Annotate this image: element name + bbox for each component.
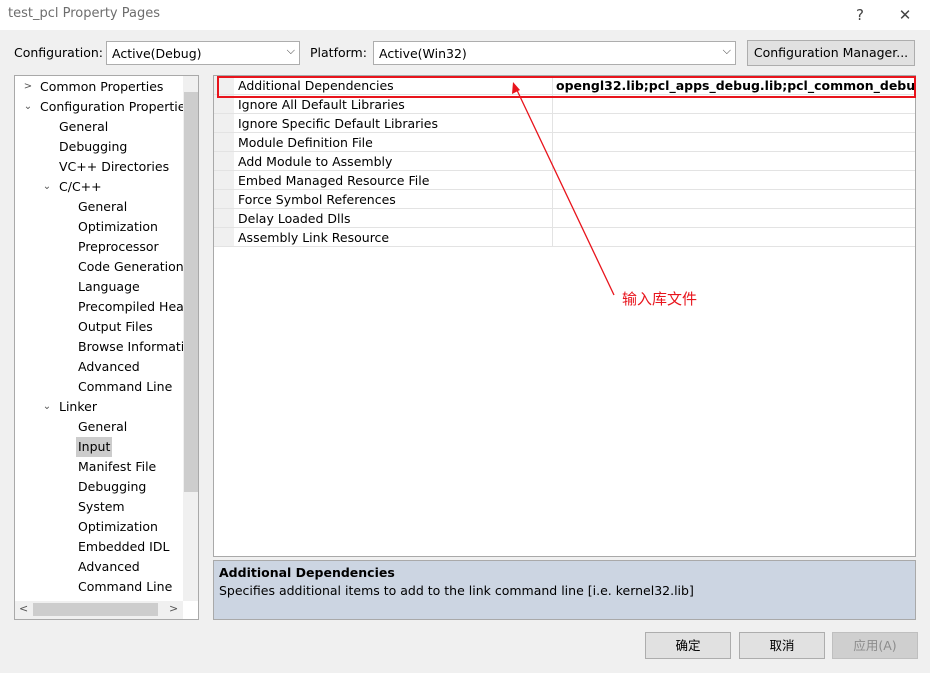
tree-item-label: Embedded IDL [78, 539, 170, 554]
tree-item-label: Configuration Properties [40, 99, 192, 114]
property-row[interactable]: Assembly Link Resource [214, 228, 915, 247]
platform-dropdown[interactable]: Active(Win32) ⌵ [373, 41, 736, 65]
tree-item-label: Output Files [78, 319, 153, 334]
tree-item-label: Code Generation [78, 259, 184, 274]
property-name: Assembly Link Resource [238, 230, 390, 245]
column-divider [552, 114, 553, 133]
property-grid[interactable]: Additional Dependencies opengl32.lib;pcl_… [213, 75, 916, 557]
close-button[interactable]: ✕ [890, 4, 920, 26]
chevron-down-icon[interactable]: ⌄ [41, 177, 53, 197]
tree-item-label: Optimization [78, 519, 158, 534]
scroll-right-icon[interactable]: > [169, 602, 178, 615]
column-divider [552, 190, 553, 209]
property-name: Delay Loaded Dlls [238, 211, 351, 226]
column-divider [552, 228, 553, 247]
property-name: Module Definition File [238, 135, 373, 150]
property-row[interactable]: Delay Loaded Dlls [214, 209, 915, 228]
annotation-label: 输入库文件 [622, 290, 698, 308]
tree-item-label: Debugging [78, 479, 147, 494]
tree-item-label: General [78, 199, 128, 214]
column-divider [552, 152, 553, 171]
tree-item-label: Browse Informatic [78, 339, 192, 354]
tree-item-label: C/C++ [59, 179, 102, 194]
chevron-down-icon: ⌵ [286, 44, 295, 57]
tree-horizontal-scrollbar[interactable]: < > [15, 601, 183, 619]
platform-value: Active(Win32) [379, 46, 467, 61]
tree-item-label: Common Properties [40, 79, 164, 94]
configuration-manager-button[interactable]: Configuration Manager... [747, 40, 915, 66]
property-tree[interactable]: > Common Properties ⌄ Configuration Propert… [14, 75, 199, 620]
window-title: test_pcl Property Pages [8, 6, 160, 21]
title-bar: test_pcl Property Pages ? ✕ [0, 0, 930, 30]
description-title: Additional Dependencies [219, 565, 395, 580]
tree-item-label: General [59, 119, 109, 134]
chevron-down-icon[interactable]: ⌄ [41, 397, 53, 417]
apply-button[interactable]: 应用(A) [832, 632, 918, 659]
help-button[interactable]: ? [845, 4, 875, 26]
property-row[interactable]: Module Definition File [214, 133, 915, 152]
cancel-button[interactable]: 取消 [739, 632, 825, 659]
tree-item-label: Command Line [78, 579, 173, 594]
property-name: Force Symbol References [238, 192, 396, 207]
property-row[interactable]: Ignore Specific Default Libraries [214, 114, 915, 133]
property-name: Embed Managed Resource File [238, 173, 430, 188]
tree-vertical-scrollbar[interactable] [183, 76, 198, 601]
scroll-left-icon[interactable]: < [19, 602, 28, 615]
tree-item-label: Manifest File [78, 459, 157, 474]
tree-item-label: Advanced [78, 359, 140, 374]
property-row[interactable]: Add Module to Assembly [214, 152, 915, 171]
chevron-down-icon[interactable]: ⌄ [22, 97, 34, 117]
highlight-box [217, 76, 916, 98]
ok-button[interactable]: 确定 [645, 632, 731, 659]
property-name: Add Module to Assembly [238, 154, 393, 169]
tree-item-label: System [78, 499, 125, 514]
tree-item-label: Input [76, 437, 113, 457]
chevron-right-icon[interactable]: > [22, 77, 34, 97]
tree-item-label: Language [78, 279, 140, 294]
tree-item-label: Optimization [78, 219, 158, 234]
tree-item-label: Command Line [78, 379, 173, 394]
column-divider [552, 209, 553, 228]
tree-item-label: VC++ Directories [59, 159, 170, 174]
description-panel: Additional Dependencies Specifies additi… [213, 560, 916, 620]
tree-item-label: Preprocessor [78, 239, 159, 254]
scrollbar-thumb[interactable] [33, 603, 158, 616]
configuration-label: Configuration: [14, 45, 103, 60]
chevron-down-icon: ⌵ [722, 44, 731, 57]
tree-item-label: General [78, 419, 128, 434]
property-row[interactable]: Force Symbol References [214, 190, 915, 209]
scrollbar-thumb[interactable] [184, 92, 198, 492]
tree-item-label: Debugging [59, 139, 128, 154]
configuration-dropdown[interactable]: Active(Debug) ⌵ [106, 41, 300, 65]
property-name: Ignore All Default Libraries [238, 97, 405, 112]
tree-item-label: Precompiled Head [78, 299, 192, 314]
tree-item-label: Advanced [78, 559, 140, 574]
platform-label: Platform: [310, 45, 367, 60]
description-text: Specifies additional items to add to the… [219, 583, 694, 598]
tree-item-label: Linker [59, 399, 97, 414]
property-row[interactable]: Embed Managed Resource File [214, 171, 915, 190]
property-name: Ignore Specific Default Libraries [238, 116, 438, 131]
configuration-value: Active(Debug) [112, 46, 202, 61]
column-divider [552, 133, 553, 152]
column-divider [552, 171, 553, 190]
